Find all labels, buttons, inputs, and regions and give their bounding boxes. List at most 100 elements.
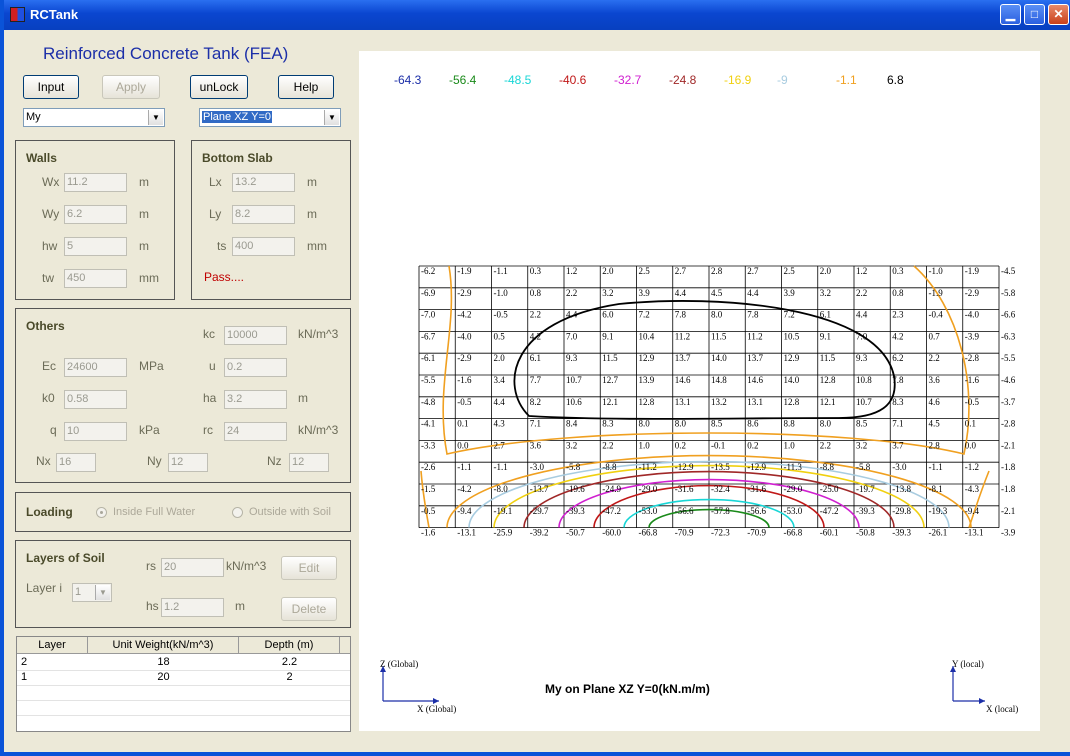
rs-field[interactable]: 20 (161, 558, 224, 577)
grid-value: -1.5 (421, 484, 436, 494)
wx-unit: m (139, 175, 149, 189)
ly-field[interactable]: 8.2 (232, 205, 295, 224)
result-type-select[interactable]: My ▼ (23, 108, 165, 127)
soil-layers-table[interactable]: Layer Unit Weight(kN/m^3) Depth (m) 2 18… (16, 636, 351, 732)
grid-value: -6.7 (421, 331, 436, 341)
loading-title: Loading (26, 505, 73, 519)
lx-field[interactable]: 13.2 (232, 173, 295, 192)
table-header-unit-weight[interactable]: Unit Weight(kN/m^3) (88, 637, 239, 654)
tw-field[interactable]: 450 (64, 269, 127, 288)
grid-value: -29.0 (639, 484, 658, 494)
grid-value: 0.3 (892, 266, 904, 276)
grid-value: -1.0 (929, 266, 944, 276)
legend-value: -9 (777, 73, 788, 87)
slab-status: Pass.... (204, 270, 245, 284)
grid-value: -13.1 (965, 528, 984, 538)
delete-button[interactable]: Delete (281, 597, 337, 621)
bottom-slab-group: Bottom Slab Lx 13.2 m Ly 8.2 m ts 400 mm… (191, 140, 351, 300)
grid-value: -9.4 (965, 506, 980, 516)
wx-field[interactable]: 11.2 (64, 173, 127, 192)
grid-value: -3.0 (530, 462, 545, 472)
grid-value: -19.1 (494, 506, 513, 516)
table-cell[interactable]: 20 (88, 670, 239, 685)
ny-field[interactable]: 12 (168, 453, 208, 472)
plane-select[interactable]: Plane XZ Y=0 ▼ (199, 108, 341, 127)
grid-value: 4.6 (929, 397, 941, 407)
grid-value: -4.6 (1001, 375, 1016, 385)
input-button[interactable]: Input (23, 75, 79, 99)
hw-field[interactable]: 5 (64, 237, 127, 256)
grid-value: 11.5 (602, 353, 618, 363)
contour-plot[interactable]: -6.2 -1.9 -1.1 0.3 1.2 2.0 2.5 2.7 2.8 2.7 2.5 2.0 1… (359, 51, 1040, 731)
kc-field[interactable]: 10000 (224, 326, 287, 345)
k0-label: k0 (42, 391, 55, 405)
grid-value: 8.6 (747, 419, 759, 429)
table-cell[interactable]: 1 (21, 670, 41, 685)
grid-value: 6.2 (892, 353, 903, 363)
nx-label: Nx (36, 454, 51, 468)
legend-value: -1.1 (836, 73, 857, 87)
nz-field[interactable]: 12 (289, 453, 329, 472)
grid-value: -2.1 (1001, 440, 1015, 450)
minimize-button[interactable]: ▁ (1000, 4, 1021, 25)
grid-value: -4.3 (965, 484, 980, 494)
inside-water-radio[interactable] (96, 507, 107, 518)
unlock-button[interactable]: unLock (190, 75, 248, 99)
grid-value: 4.4 (494, 397, 506, 407)
inside-water-label: Inside Full Water (113, 506, 196, 518)
grid-value: 7.2 (639, 310, 650, 320)
apply-button[interactable]: Apply (102, 75, 160, 99)
grid-value: -39.2 (530, 528, 549, 538)
table-cell[interactable]: 2 (239, 670, 340, 685)
table-cell[interactable]: 2.2 (239, 655, 340, 670)
close-button[interactable]: ✕ (1048, 4, 1069, 25)
kc-label: kc (203, 327, 215, 341)
grid-value: 12.7 (602, 375, 618, 385)
grid-value: 12.8 (820, 375, 836, 385)
grid-value: 12.8 (784, 397, 800, 407)
grid-value: -2.9 (457, 288, 472, 298)
table-cell[interactable]: 18 (88, 655, 239, 670)
grid-value: -3.7 (1001, 397, 1016, 407)
ha-field[interactable]: 3.2 (224, 390, 287, 409)
layer-index-select[interactable]: 1 ▼ (72, 583, 112, 602)
grid-value: 9.1 (602, 331, 613, 341)
nx-field[interactable]: 16 (56, 453, 96, 472)
table-header-layer[interactable]: Layer (17, 637, 88, 654)
grid-value: -70.9 (675, 528, 694, 538)
u-field[interactable]: 0.2 (224, 358, 287, 377)
rc-field[interactable]: 24 (224, 422, 287, 441)
k0-field[interactable]: 0.58 (64, 390, 127, 409)
hs-field[interactable]: 1.2 (161, 598, 224, 617)
grid-value: 12.1 (820, 397, 836, 407)
table-header-depth[interactable]: Depth (m) (239, 637, 340, 654)
title-bar[interactable]: RCTank ▁ □ ✕ (4, 0, 1070, 30)
help-button[interactable]: Help (278, 75, 334, 99)
grid-value: 4.2 (892, 331, 903, 341)
ec-field[interactable]: 24600 (64, 358, 127, 377)
grid-value: 7.1 (530, 419, 541, 429)
chevron-down-icon[interactable]: ▼ (148, 110, 163, 125)
edit-button[interactable]: Edit (281, 556, 337, 580)
grid-value: 2.3 (892, 310, 904, 320)
maximize-button[interactable]: □ (1024, 4, 1045, 25)
grid-value: 4.5 (929, 419, 941, 429)
grid-value: -29.0 (784, 484, 803, 494)
grid-value: -4.5 (1001, 266, 1016, 276)
grid-value: 7.1 (892, 419, 903, 429)
wy-field[interactable]: 6.2 (64, 205, 127, 224)
chevron-down-icon[interactable]: ▼ (95, 585, 110, 600)
grid-value: 2.2 (929, 353, 940, 363)
soil-title: Layers of Soil (26, 551, 105, 565)
grid-value: 8.0 (675, 419, 687, 429)
ts-field[interactable]: 400 (232, 237, 295, 256)
grid-value: -2.6 (421, 462, 436, 472)
hs-unit: m (235, 599, 245, 613)
row-divider (17, 685, 350, 686)
contour-line (420, 470, 430, 528)
chevron-down-icon[interactable]: ▼ (324, 110, 339, 125)
grid-value: -60.0 (602, 528, 621, 538)
outside-soil-radio[interactable] (232, 507, 243, 518)
table-cell[interactable]: 2 (21, 655, 41, 670)
q-field[interactable]: 10 (64, 422, 127, 441)
